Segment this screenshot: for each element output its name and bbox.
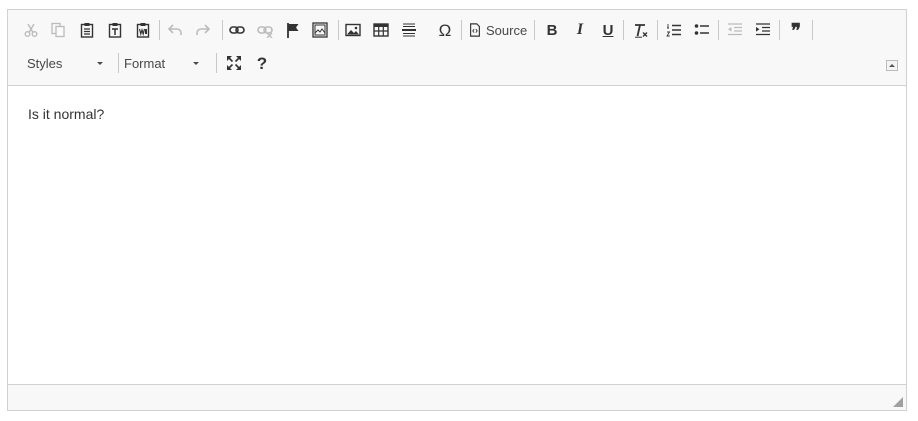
bulleted-list-button[interactable] <box>690 18 714 42</box>
editor-bottom-bar <box>8 384 906 410</box>
decrease-indent-icon <box>728 23 742 36</box>
toolbar-separator <box>338 20 339 40</box>
numbered-list-icon <box>666 24 681 37</box>
chevron-down-icon <box>193 62 199 65</box>
paste-text-button[interactable] <box>103 18 127 42</box>
paste-icon <box>80 23 94 38</box>
bold-icon: B <box>546 21 558 39</box>
italic-icon: I <box>576 21 584 38</box>
link-button[interactable] <box>225 18 249 42</box>
undo-button[interactable] <box>163 18 187 42</box>
remove-format-icon <box>635 24 648 38</box>
editor-toolbar: Ω Source B I U ❞ Styles Format ? <box>8 10 906 86</box>
table-icon <box>373 23 389 37</box>
source-icon <box>470 23 480 37</box>
maximize-button[interactable] <box>222 51 246 75</box>
anchor-icon <box>287 23 299 38</box>
source-button[interactable]: Source <box>468 18 527 42</box>
numbered-list-button[interactable] <box>662 18 686 42</box>
remove-format-button[interactable] <box>629 18 653 42</box>
toolbar-separator <box>623 20 624 40</box>
toolbar-separator <box>812 20 813 40</box>
iframe-icon <box>312 22 328 38</box>
paste-from-word-icon <box>136 23 150 38</box>
collapse-toolbar-button[interactable] <box>886 60 898 71</box>
italic-button[interactable]: I <box>568 18 592 42</box>
blockquote-button[interactable]: ❞ <box>784 18 808 42</box>
bold-button[interactable]: B <box>540 18 564 42</box>
resize-grip-icon[interactable] <box>893 397 903 407</box>
underline-icon: U <box>602 21 614 39</box>
toolbar-separator <box>779 20 780 40</box>
redo-button[interactable] <box>191 18 215 42</box>
anchor-button[interactable] <box>281 18 305 42</box>
chevron-down-icon <box>97 62 103 65</box>
undo-icon <box>167 24 182 35</box>
cut-button[interactable] <box>19 18 43 42</box>
toolbar-separator <box>461 20 462 40</box>
omega-icon: Ω <box>438 20 452 40</box>
toolbar-separator <box>222 20 223 40</box>
help-button[interactable]: ? <box>250 51 274 75</box>
horizontal-line-button[interactable] <box>397 18 421 42</box>
copy-icon <box>51 22 65 38</box>
increase-indent-button[interactable] <box>751 18 775 42</box>
horizontal-line-icon <box>402 23 416 37</box>
blockquote-icon: ❞ <box>790 21 802 42</box>
increase-indent-icon <box>756 23 770 36</box>
decrease-indent-button[interactable] <box>723 18 747 42</box>
source-label: Source <box>486 22 528 38</box>
toolbar-separator <box>718 20 719 40</box>
toolbar-separator <box>657 20 658 40</box>
paste-from-word-button[interactable] <box>131 18 155 42</box>
underline-button[interactable]: U <box>596 18 620 42</box>
toolbar-separator <box>534 20 535 40</box>
iframe-button[interactable] <box>308 18 332 42</box>
format-dropdown[interactable]: Format <box>119 51 209 75</box>
format-label: Format <box>124 55 166 71</box>
cut-icon <box>24 23 38 37</box>
rich-text-editor: Ω Source B I U ❞ Styles Format ? Is it n… <box>7 9 907 411</box>
styles-dropdown[interactable]: Styles <box>20 51 110 75</box>
toolbar-separator <box>159 20 160 40</box>
paste-button[interactable] <box>75 18 99 42</box>
editor-content-area[interactable]: Is it normal? <box>8 86 906 386</box>
unlink-button[interactable] <box>253 18 277 42</box>
copy-button[interactable] <box>46 18 70 42</box>
styles-label: Styles <box>27 55 63 71</box>
image-icon <box>345 23 361 37</box>
toolbar-separator <box>216 53 217 73</box>
bulleted-list-icon <box>694 24 709 35</box>
paste-text-icon <box>108 23 122 38</box>
maximize-icon <box>227 56 241 70</box>
unlink-icon <box>257 26 273 38</box>
content-paragraph: Is it normal? <box>28 106 105 122</box>
help-icon: ? <box>256 53 268 73</box>
table-button[interactable] <box>369 18 393 42</box>
special-char-button[interactable]: Ω <box>433 18 457 42</box>
redo-icon <box>196 24 211 35</box>
link-icon <box>229 26 245 34</box>
image-button[interactable] <box>341 18 365 42</box>
